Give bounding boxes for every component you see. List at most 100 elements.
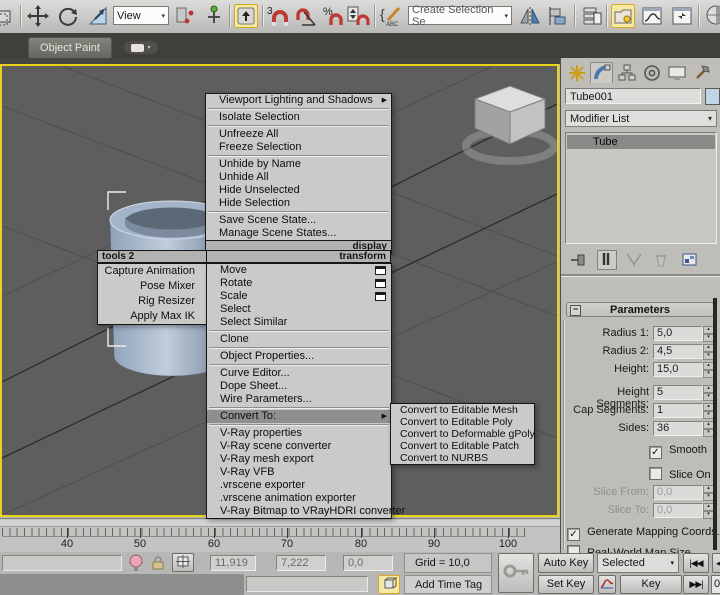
add-time-tag-button[interactable]: Add Time Tag [404,575,492,594]
use-pivot-point-center-icon[interactable] [172,4,196,28]
menu-item-move[interactable]: Move [207,264,391,277]
set-key-mode-toggle[interactable] [498,553,534,593]
auto-key-button[interactable]: Auto Key [538,553,594,573]
status-line-field[interactable] [2,555,122,571]
menu-item-convert-to[interactable]: Convert To: ▶ [207,410,391,423]
menu-item-capture-animation[interactable]: Capture Animation [98,264,207,279]
settings-box-icon[interactable] [375,266,386,275]
slice-from-field[interactable]: 0,0 [653,485,703,500]
menu-item-unhide-all[interactable]: Unhide All [206,171,391,184]
stack-item-tube[interactable]: Tube [567,135,715,149]
menu-item-vray-scene-converter[interactable]: V-Ray scene converter [207,440,391,453]
settings-box-icon[interactable] [375,292,386,301]
menu-item-vrscene-exporter[interactable]: .vrscene exporter [207,479,391,492]
menu-item-convert-editable-poly[interactable]: Convert to Editable Poly [391,416,534,428]
menu-item-vray-properties[interactable]: V-Ray properties [207,427,391,440]
tab-object-paint[interactable]: Object Paint [28,37,112,58]
curve-editor-icon[interactable] [640,4,664,28]
keyboard-shortcut-override-icon[interactable] [234,4,258,28]
height-field[interactable]: 15,0 [653,362,703,377]
tab-hierarchy-icon[interactable] [615,62,638,83]
menu-item-vray-bitmap-converter[interactable]: V-Ray Bitmap to VRayHDRI converter [207,505,391,518]
menu-item-clone[interactable]: Clone [207,333,391,346]
generate-mapping-checkbox-row[interactable]: ✓ Generate Mapping Coords. [567,525,720,539]
menu-item-unfreeze-all[interactable]: Unfreeze All [206,128,391,141]
object-color-swatch[interactable] [705,88,720,105]
align-icon[interactable] [546,4,570,28]
menu-item-rig-resizer[interactable]: Rig Resizer [98,294,207,309]
menu-item-vray-mesh-export[interactable]: V-Ray mesh export [207,453,391,466]
isolate-selection-toggle-icon[interactable] [128,553,144,576]
reference-coordinate-dropdown[interactable]: View ▾ [113,6,169,25]
modifier-stack[interactable]: Tube [565,132,717,244]
go-to-end-button[interactable]: ▶▶| [683,575,709,594]
parameters-rollout-header[interactable]: − Parameters [566,302,714,317]
radius2-field[interactable]: 4,5 [653,344,703,359]
menu-item-select[interactable]: Select [207,303,391,316]
cap-segments-field[interactable]: 1 [653,403,703,418]
radius1-field[interactable]: 5,0 [653,326,703,341]
menu-item-save-scene-state[interactable]: Save Scene State... [206,214,391,227]
sides-field[interactable]: 36 [653,421,703,436]
generate-mapping-checkbox[interactable]: ✓ [567,528,580,541]
spinner-snap-toggle-icon[interactable] [346,4,370,28]
tab-create-icon[interactable] [565,62,588,83]
selection-filter-dropdown[interactable]: Selected ▾ [597,553,679,573]
tab-modify-icon[interactable] [590,62,613,83]
remove-modifier-icon[interactable] [651,252,669,271]
slice-on-checkbox[interactable] [649,467,662,480]
settings-box-icon[interactable] [375,279,386,288]
absolute-offset-mode-toggle[interactable] [172,553,194,572]
menu-item-object-properties[interactable]: Object Properties... [207,350,391,363]
menu-item-hide-unselected[interactable]: Hide Unselected [206,184,391,197]
z-coordinate-field[interactable]: 0,0 [343,555,393,571]
angle-snap-toggle-icon[interactable] [294,4,318,28]
time-slider-track[interactable] [0,520,560,527]
menu-item-apply-max-ik[interactable]: Apply Max IK [98,309,207,324]
make-unique-icon[interactable] [625,252,643,271]
edit-named-selection-sets-icon[interactable]: {ABC [380,4,404,28]
named-selection-set-dropdown[interactable]: Create Selection Se ▾ [408,6,512,25]
real-world-checkbox-row[interactable]: Real-World Map Size [567,545,691,553]
menu-item-unhide-by-name[interactable]: Unhide by Name [206,158,391,171]
schematic-view-icon[interactable] [670,4,694,28]
object-name-field[interactable]: Tube001 [565,88,701,104]
select-and-rotate-icon[interactable] [56,4,80,28]
tab-utilities-icon[interactable] [690,62,713,83]
menu-item-freeze-selection[interactable]: Freeze Selection [206,141,391,154]
smooth-checkbox-row[interactable]: ✓ Smooth [649,443,707,457]
mirror-icon[interactable] [518,4,542,28]
menu-item-rotate[interactable]: Rotate [207,277,391,290]
menu-item-convert-deformable-gpoly[interactable]: Convert to Deformable gPoly [391,428,534,440]
menu-item-convert-editable-patch[interactable]: Convert to Editable Patch [391,440,534,452]
layer-manager-icon[interactable] [580,4,604,28]
menu-item-wire-parameters[interactable]: Wire Parameters... [207,393,391,406]
menu-item-hide-selection[interactable]: Hide Selection [206,197,391,210]
slice-on-checkbox-row[interactable]: Slice On [649,467,711,481]
select-and-manipulate-icon[interactable] [202,4,226,28]
previous-frame-button[interactable]: ◀ [712,553,720,573]
selection-lock-toggle-icon[interactable] [150,555,166,574]
panel-scrollbar[interactable] [713,298,717,550]
ribbon-display-dropdown[interactable]: ▾ [124,41,158,54]
show-end-result-icon[interactable] [597,250,617,270]
menu-item-vrscene-animation-exporter[interactable]: .vrscene animation exporter [207,492,391,505]
menu-item-dope-sheet[interactable]: Dope Sheet... [207,380,391,393]
menu-item-convert-nurbs[interactable]: Convert to NURBS [391,452,534,464]
menu-item-manage-scene-states[interactable]: Manage Scene States... [206,227,391,240]
key-filters-button[interactable]: Key Filters... [620,575,682,594]
panel-divider[interactable] [561,274,720,277]
select-object-icon[interactable] [0,4,16,28]
percent-snap-toggle-icon[interactable]: % [322,4,346,28]
smooth-checkbox[interactable]: ✓ [649,446,662,459]
y-coordinate-field[interactable]: 7,222 [276,555,326,571]
real-world-checkbox[interactable] [567,545,580,553]
select-and-scale-icon[interactable] [86,4,110,28]
configure-modifier-sets-icon[interactable] [681,252,699,271]
select-and-move-icon[interactable] [26,4,50,28]
ribbon-toggle-icon[interactable] [611,4,635,28]
menu-item-convert-editable-mesh[interactable]: Convert to Editable Mesh [391,404,534,416]
modifier-list-dropdown[interactable]: Modifier List ▾ [565,110,717,127]
slice-to-field[interactable]: 0,0 [653,503,703,518]
material-editor-icon[interactable] [704,4,720,28]
